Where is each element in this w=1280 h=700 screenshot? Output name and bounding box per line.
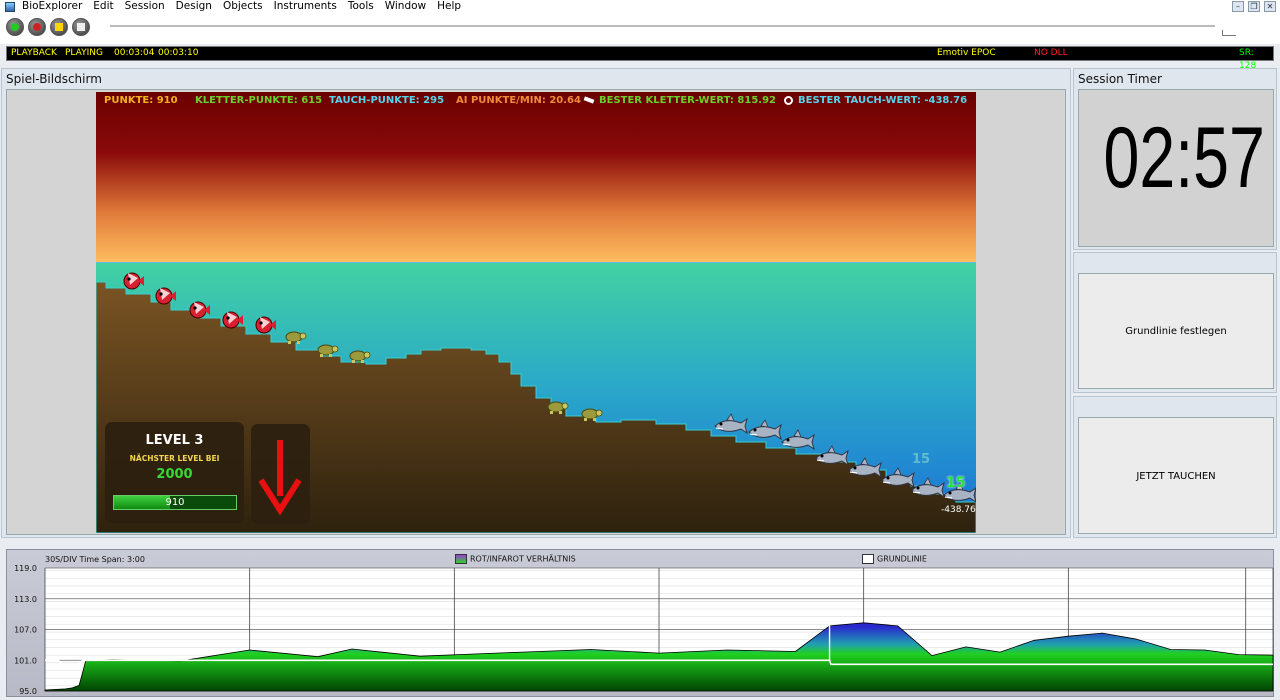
menu-help[interactable]: Help <box>437 0 461 14</box>
window-controls: – ❐ ✕ <box>1228 1 1276 12</box>
legend-label-ratio: ROT/INFAROT VERHÄLTNIS <box>470 554 576 564</box>
menu-session[interactable]: Session <box>125 0 165 14</box>
main-menu: BioExplorer Edit Session Design Objects Instr… <box>22 0 472 14</box>
timer-value: 02:57 <box>1103 110 1265 206</box>
stop-icon <box>77 23 85 31</box>
pause-button[interactable] <box>50 18 68 36</box>
hud-dive-points: TAUCH-PUNKTE: 295 <box>329 95 445 106</box>
next-level-value: 2000 <box>156 467 193 482</box>
transport-toolbar <box>0 14 1280 44</box>
status-device: Emotiv EPOC <box>937 48 996 58</box>
status-state: PLAYING <box>65 48 103 58</box>
hud-best-dive: BESTER TAUCH-WERT: -438.76 <box>784 95 967 106</box>
status-total: 00:03:10 <box>158 48 199 58</box>
dive-panel: JETZT TAUCHEN <box>1073 396 1277 538</box>
playback-slider[interactable] <box>1222 30 1236 36</box>
menu-window[interactable]: Window <box>385 0 426 14</box>
climb-marker-icon <box>583 96 595 104</box>
arrow-down-icon <box>258 440 302 516</box>
chart-header: 30S/DIV Time Span: 3:00 <box>45 555 145 564</box>
menu-bar: BioExplorer Edit Session Design Objects Instr… <box>0 0 1280 14</box>
play-button[interactable] <box>6 18 24 36</box>
playback-track[interactable] <box>110 25 1215 27</box>
status-elapsed: 00:03:04 <box>114 48 155 58</box>
hud-best-climb: BESTER KLETTER-WERT: 815.92 <box>583 95 777 106</box>
hud-points: PUNKTE: 910 <box>104 95 178 106</box>
hud-ai-points: AI PUNKTE/MIN: 20.64 <box>456 95 581 106</box>
status-mode: PLAYBACK <box>11 48 57 58</box>
dive-button[interactable]: JETZT TAUCHEN <box>1078 417 1274 534</box>
menu-objects[interactable]: Objects <box>223 0 263 14</box>
game-screen[interactable]: PUNKTE: 910 KLETTER-PUNKTE: 615 TAUCH-PU… <box>96 92 976 533</box>
legend-label-baseline: GRUNDLINIE <box>877 554 927 564</box>
record-icon <box>33 23 41 31</box>
status-bar: PLAYBACK PLAYING 00:03:04 00:03:10 Emoti… <box>6 46 1274 71</box>
lifebuoy-icon <box>784 95 793 105</box>
level-progress-bar: 910 <box>113 495 237 510</box>
menu-edit[interactable]: Edit <box>93 0 113 14</box>
hud-climb-points: KLETTER-PUNKTE: 615 <box>195 95 323 106</box>
y-tick-label: 113.0 <box>14 595 37 604</box>
level-box: LEVEL 3 NÄCHSTER LEVEL BEI 2000 910 <box>105 422 244 523</box>
baseline-button[interactable]: Grundlinie festlegen <box>1078 273 1274 389</box>
level-progress-text: 910 <box>165 497 185 508</box>
chart-svg: 119.0 113.0 107.0 101.0 95.0 <box>14 564 1274 696</box>
menu-instruments[interactable]: Instruments <box>274 0 337 14</box>
close-icon[interactable]: ✕ <box>1264 1 1276 12</box>
legend-swatch-baseline <box>862 554 874 564</box>
record-button[interactable] <box>28 18 46 36</box>
session-timer-panel: Session Timer 02:57 <box>1073 68 1277 250</box>
legend-swatch-ratio <box>455 554 467 564</box>
ratio-chart: 119.0 113.0 107.0 101.0 95.0 30S/DIV Time Sp… <box>6 549 1274 697</box>
play-icon <box>11 23 19 31</box>
app-icon <box>5 2 15 12</box>
y-tick-label: 119.0 <box>14 564 37 573</box>
session-timer-title: Session Timer <box>1078 72 1162 86</box>
menu-bioexplorer[interactable]: BioExplorer <box>22 0 82 14</box>
waterline <box>96 262 976 263</box>
y-tick-label: 101.0 <box>14 656 37 665</box>
y-tick-label: 95.0 <box>19 687 37 696</box>
game-panel-title: Spiel-Bildschirm <box>6 72 102 86</box>
hud-best-climb-text: BESTER KLETTER-WERT: 815.92 <box>599 95 777 106</box>
next-level-label: NÄCHSTER LEVEL BEI <box>129 454 220 463</box>
legend-item-ratio: ROT/INFAROT VERHÄLTNIS <box>455 554 576 564</box>
level-title: LEVEL 3 <box>145 433 204 448</box>
restore-icon[interactable]: ❐ <box>1248 1 1260 12</box>
direction-box <box>251 424 310 524</box>
depth-readout: -438.76 <box>941 505 976 515</box>
sky <box>96 92 976 264</box>
y-tick-label: 107.0 <box>14 626 37 635</box>
timer-face: 02:57 <box>1078 89 1274 247</box>
minimize-icon[interactable]: – <box>1232 1 1244 12</box>
baseline-panel: Grundlinie festlegen <box>1073 252 1277 393</box>
menu-tools[interactable]: Tools <box>348 0 374 14</box>
menu-design[interactable]: Design <box>176 0 212 14</box>
status-dll: NO DLL <box>1034 48 1068 58</box>
pause-icon <box>55 23 63 31</box>
float-number: 15 <box>946 475 966 491</box>
float-number-faded: 15 <box>912 452 931 467</box>
legend-item-baseline: GRUNDLINIE <box>862 554 927 564</box>
hud-best-dive-text: BESTER TAUCH-WERT: -438.76 <box>798 95 968 106</box>
stop-button[interactable] <box>72 18 90 36</box>
